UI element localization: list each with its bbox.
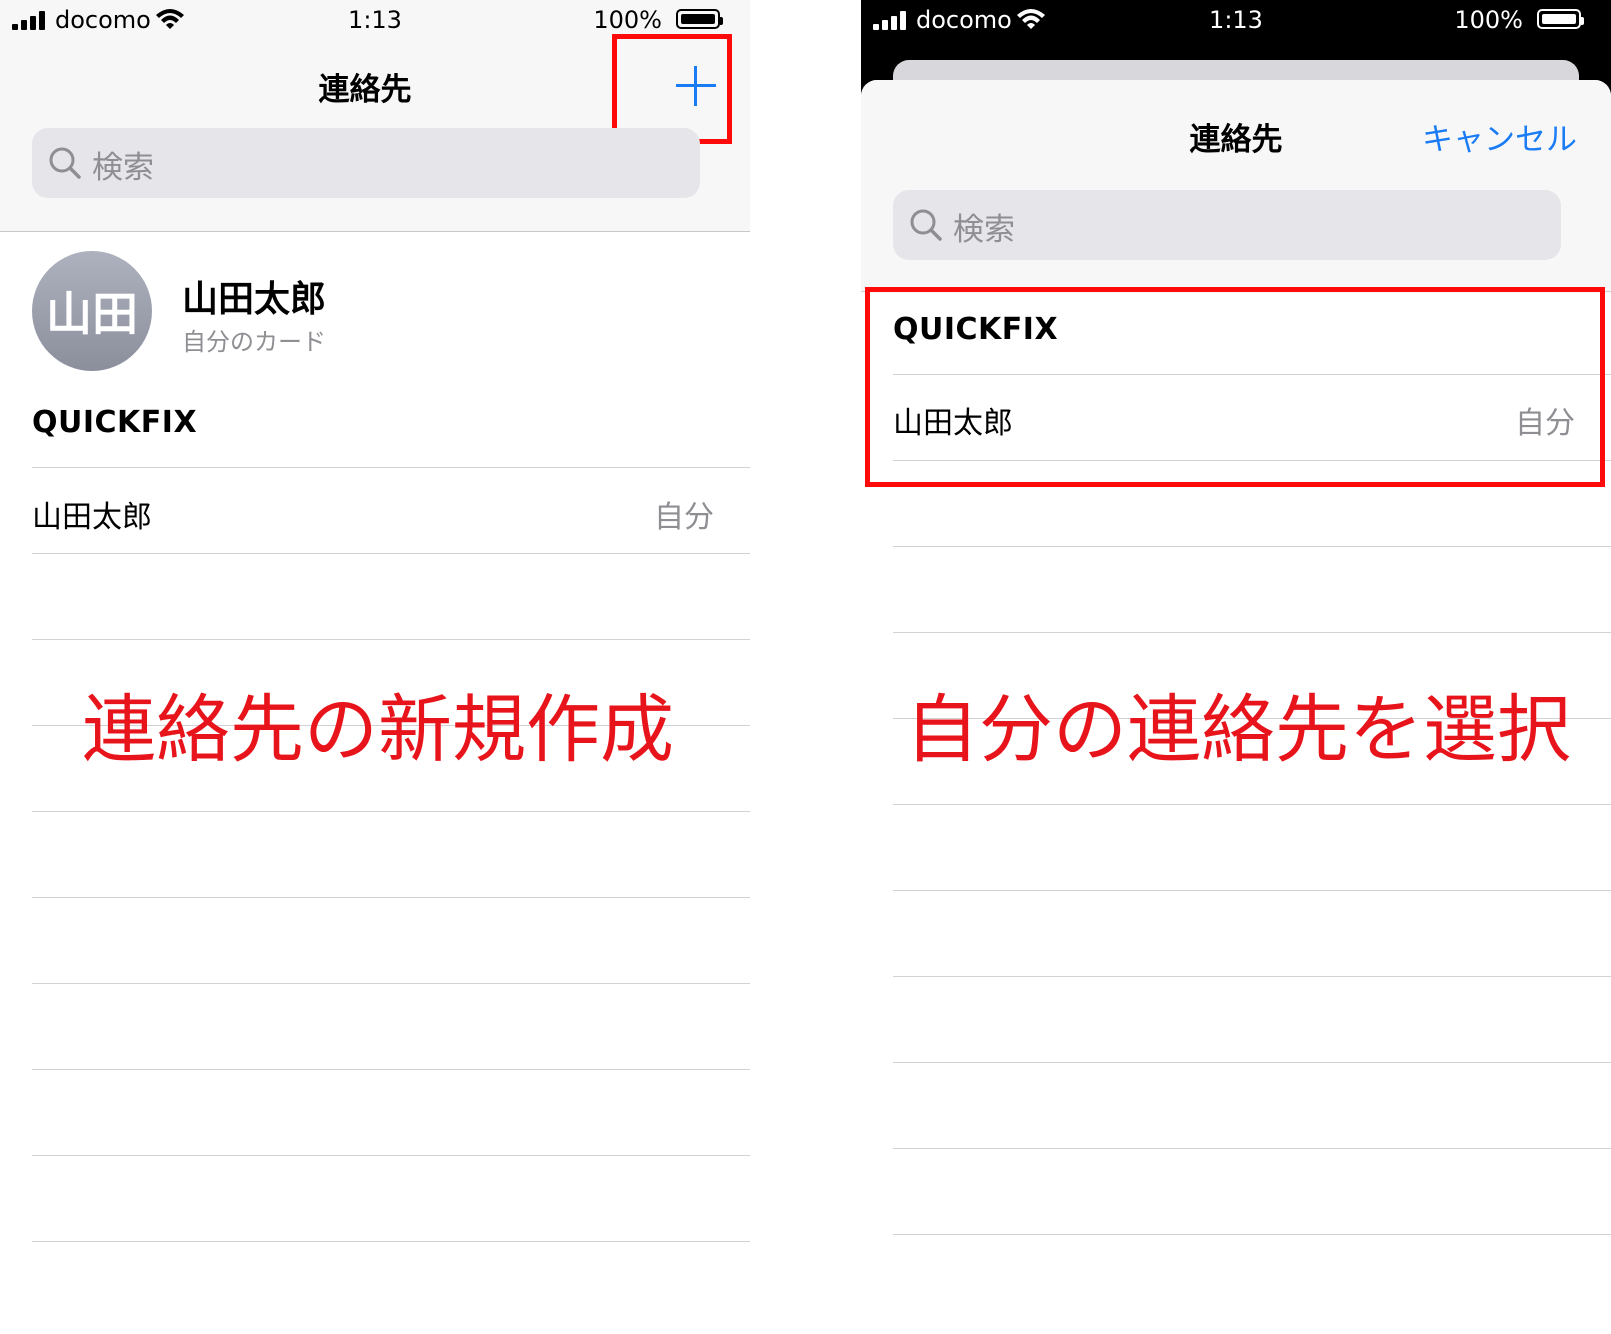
divider [32, 553, 750, 554]
divider [893, 632, 1611, 633]
divider [893, 804, 1611, 805]
group-header: QUICKFIX [32, 405, 198, 440]
annotation-caption: 連絡先の新規作成 [82, 687, 674, 773]
my-card-name: 山田太郎 [182, 279, 327, 320]
divider [893, 1148, 1611, 1149]
highlight-box-contact [865, 287, 1605, 487]
divider [32, 811, 750, 812]
nav-header [861, 80, 1611, 293]
cancel-button[interactable]: キャンセル [1422, 114, 1577, 159]
select-contact-screen: docomo 1:13 100% 連絡先 キャンセル 検索 QUICKFIX 山… [861, 0, 1611, 1334]
battery-icon [1537, 9, 1584, 29]
search-placeholder: 検索 [92, 150, 154, 186]
annotation-caption: 自分の連絡先を選択 [905, 687, 1571, 773]
divider [893, 976, 1611, 977]
divider [893, 546, 1611, 547]
divider [893, 1062, 1611, 1063]
contact-name: 山田太郎 [32, 500, 152, 535]
search-input[interactable]: 検索 [893, 190, 1561, 260]
search-input[interactable]: 検索 [32, 128, 700, 198]
divider [32, 1155, 750, 1156]
divider [32, 1241, 750, 1242]
divider [893, 1234, 1611, 1235]
search-icon [910, 209, 942, 241]
divider [32, 467, 750, 468]
divider [32, 983, 750, 984]
search-icon [49, 147, 81, 179]
me-badge: 自分 [654, 500, 714, 535]
avatar: 山田 [32, 251, 152, 371]
divider [32, 897, 750, 898]
search-placeholder: 検索 [953, 212, 1015, 248]
divider [32, 639, 750, 640]
battery-percent: 100% [593, 6, 662, 34]
battery-percent: 100% [1454, 6, 1523, 34]
my-card-subtitle: 自分のカード [182, 328, 326, 356]
divider [32, 1069, 750, 1070]
status-bar: docomo 1:13 100% [861, 0, 1611, 40]
battery-icon [676, 9, 723, 29]
contacts-screen: docomo 1:13 100% 連絡先 検索 山田 山田太郎 自分のカード Q… [0, 0, 750, 1334]
divider [893, 890, 1611, 891]
